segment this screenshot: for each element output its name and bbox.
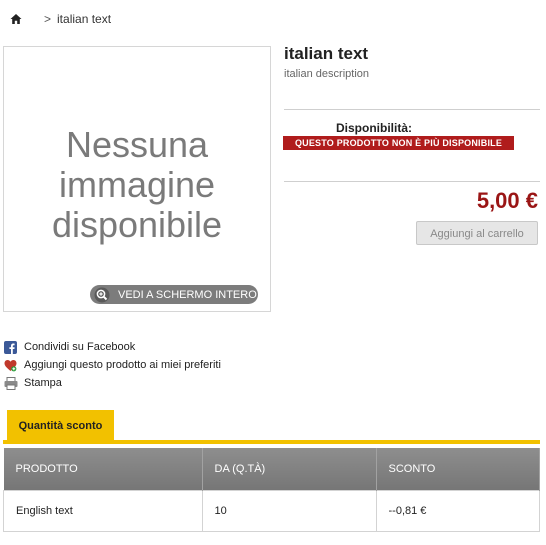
table-cell: English text <box>3 490 203 532</box>
availability-status-badge: QUESTO PRODOTTO NON È PIÙ DISPONIBILE <box>283 136 514 150</box>
home-icon[interactable] <box>10 13 22 25</box>
table-cell: --0,81 € <box>375 490 540 532</box>
printer-icon <box>4 376 18 390</box>
tab-bar <box>3 440 540 444</box>
print-link[interactable]: Stampa <box>4 374 221 392</box>
table-cell: 10 <box>201 490 377 532</box>
divider <box>284 109 540 110</box>
placeholder-line: disponibile <box>51 204 223 245</box>
divider <box>284 181 540 182</box>
action-label: Condividi su Facebook <box>24 341 136 353</box>
fullscreen-button[interactable]: VEDI A SCHERMO INTERO <box>90 285 258 304</box>
add-to-favorites-link[interactable]: Aggiungi questo prodotto ai miei preferi… <box>4 356 221 374</box>
column-header: PRODOTTO <box>3 448 203 491</box>
zoom-icon <box>94 287 110 303</box>
action-label: Aggiungi questo prodotto ai miei preferi… <box>24 359 221 371</box>
placeholder-line: Nessuna <box>65 124 209 165</box>
product-actions: Condividi su Facebook Aggiungi questo pr… <box>4 338 221 392</box>
availability-label: Disponibilità: <box>336 121 412 135</box>
breadcrumb-separator: > <box>44 12 52 26</box>
product-price: 5,00 € <box>476 188 538 213</box>
tab-quantity-discount[interactable]: Quantità sconto <box>7 410 114 442</box>
breadcrumb-current: italian text <box>57 12 112 26</box>
share-facebook-link[interactable]: Condividi su Facebook <box>4 338 221 356</box>
action-label: Stampa <box>24 377 62 389</box>
product-description: italian description <box>284 68 369 80</box>
heart-icon <box>4 359 17 372</box>
placeholder-line: immagine <box>58 164 216 205</box>
table-header-row: PRODOTTO DA (Q.TÀ) SCONTO <box>3 448 540 491</box>
breadcrumb: > italian text <box>10 12 111 26</box>
product-title: italian text <box>284 44 369 63</box>
no-image-placeholder: Nessuna immagine disponibile <box>4 125 270 245</box>
discount-table: PRODOTTO DA (Q.TÀ) SCONTO English text 1… <box>3 448 540 532</box>
column-header: SCONTO <box>376 448 540 491</box>
add-to-cart-button[interactable]: Aggiungi al carrello <box>416 221 538 245</box>
fullscreen-label: VEDI A SCHERMO INTERO <box>118 288 257 301</box>
facebook-icon <box>4 340 17 354</box>
table-row: English text 10 --0,81 € <box>3 490 540 532</box>
column-header: DA (Q.TÀ) <box>202 448 377 491</box>
product-image-box[interactable]: Nessuna immagine disponibile VEDI A SCHE… <box>3 46 271 312</box>
